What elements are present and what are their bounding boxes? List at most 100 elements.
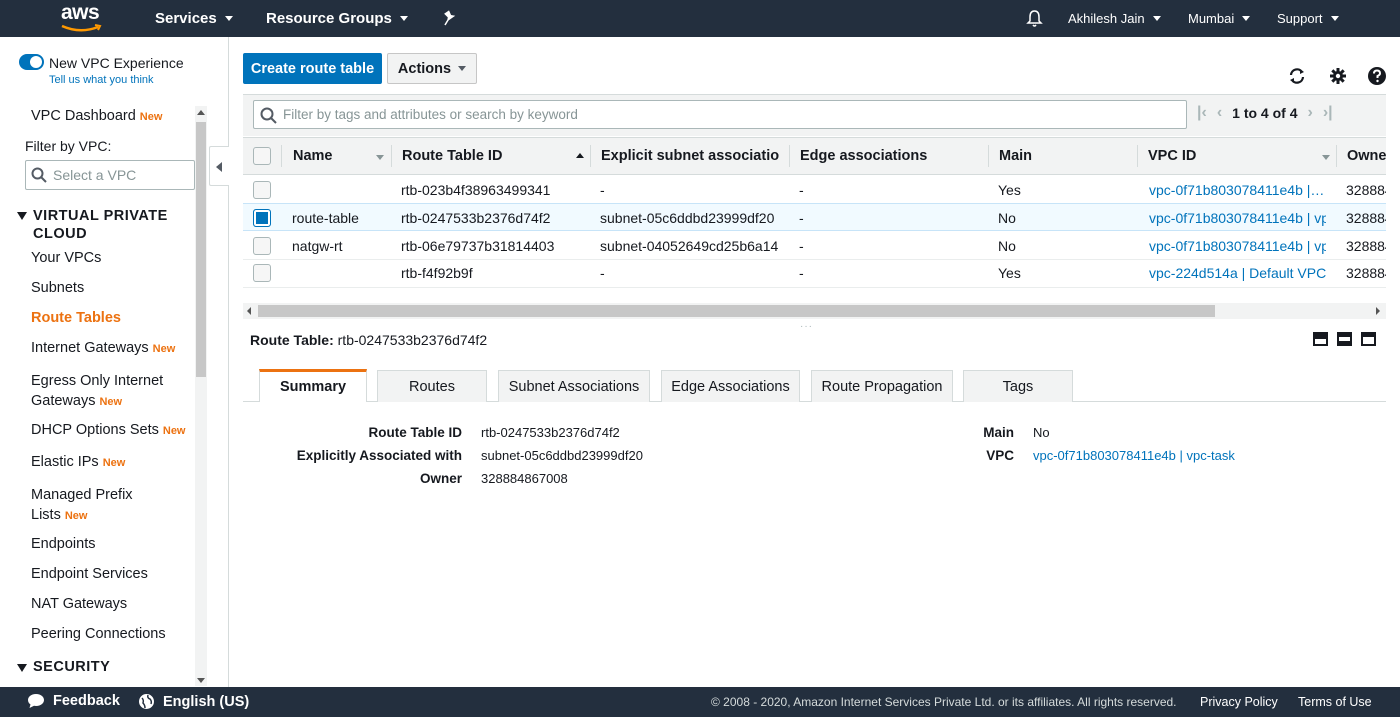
column-divider <box>1336 145 1337 167</box>
sidebar-item-dhcp-options-sets[interactable]: DHCP Options Sets New <box>31 422 186 438</box>
privacy-policy-link[interactable]: Privacy Policy <box>1200 695 1278 709</box>
row-checkbox-checked[interactable] <box>253 209 271 227</box>
row-checkbox[interactable] <box>253 264 271 282</box>
vpc-link[interactable]: vpc-0f71b803078411e4b | vpc-task <box>1033 448 1235 463</box>
new-vpc-experience-toggle[interactable] <box>19 54 44 70</box>
services-menu[interactable]: Services <box>155 0 233 37</box>
collapse-sidebar-button[interactable] <box>209 146 229 186</box>
feedback-link[interactable]: Tell us what you think <box>49 74 154 86</box>
cell-route-table-id: rtb-023b4f38963499341 <box>401 182 551 198</box>
aws-logo[interactable]: aws <box>0 0 116 37</box>
globe-icon <box>139 694 154 709</box>
column-header-explicit-subnet-association[interactable]: Explicit subnet association <box>601 148 779 164</box>
sidebar-item-label: Egress Only Internet <box>31 373 164 389</box>
detail-title-label: Route Table: <box>250 332 334 348</box>
column-header-main[interactable]: Main <box>999 148 1119 164</box>
tab-route-propagation[interactable]: Route Propagation <box>811 370 953 402</box>
first-page-icon[interactable]: |‹ <box>1197 104 1207 122</box>
region-menu[interactable]: Mumbai <box>1188 0 1251 37</box>
scroll-down-arrow-icon[interactable] <box>197 678 205 683</box>
column-header-owner[interactable]: Owner <box>1347 148 1386 164</box>
pagination: |‹ ‹ 1 to 4 of 4 › ›| <box>1197 104 1333 122</box>
column-header-vpc-id[interactable]: VPC ID <box>1148 148 1308 164</box>
create-route-table-button[interactable]: Create route table <box>243 53 382 84</box>
terms-of-use-link[interactable]: Terms of Use <box>1298 695 1372 709</box>
pin-icon[interactable] <box>442 9 458 27</box>
sort-icon[interactable] <box>376 155 384 160</box>
sort-icon[interactable] <box>1322 155 1330 160</box>
layout-split-icon[interactable] <box>1337 332 1352 346</box>
vpc-filter-select[interactable]: Select a VPC <box>25 160 195 190</box>
new-badge: New <box>139 111 163 123</box>
refresh-icon[interactable] <box>1287 66 1307 86</box>
cell-vpc-id-link[interactable]: vpc-0f71b803078411e4b | vpc-task <box>1149 210 1326 226</box>
search-input[interactable]: Filter by tags and attributes or search … <box>253 100 1187 129</box>
owner-label: Owner <box>419 471 462 486</box>
sidebar-item-label: Lists <box>31 507 61 523</box>
section-security[interactable]: SECURITY <box>17 659 110 675</box>
row-checkbox[interactable] <box>253 181 271 199</box>
user-menu[interactable]: Akhilesh Jain <box>1068 0 1161 37</box>
section-virtual-private-cloud[interactable]: VIRTUAL PRIVATE CLOUD <box>17 207 168 243</box>
row-checkbox[interactable] <box>253 237 271 255</box>
resize-handle-icon[interactable]: ··· <box>800 321 813 332</box>
column-divider <box>391 145 392 167</box>
resource-groups-menu[interactable]: Resource Groups <box>266 0 408 37</box>
feedback-button[interactable]: Feedback <box>27 693 120 709</box>
main-label: Main <box>983 425 1014 440</box>
sidebar-item-elastic-ips[interactable]: Elastic IPs New <box>31 454 125 470</box>
layout-full-panel-icon[interactable] <box>1361 332 1376 346</box>
column-header-route-table-id[interactable]: Route Table ID <box>402 148 562 164</box>
aws-smile-icon <box>61 24 102 32</box>
services-label: Services <box>155 10 217 27</box>
caret-down-icon <box>17 212 27 220</box>
select-all-checkbox[interactable] <box>253 147 271 165</box>
tab-subnet-associations[interactable]: Subnet Associations <box>498 370 650 402</box>
next-page-icon[interactable]: › <box>1308 104 1313 122</box>
sidebar-item-egress-only-internet-gateways[interactable]: Egress Only Internet Gateways New <box>31 371 163 412</box>
bell-icon[interactable] <box>1026 9 1043 28</box>
vpc-label: VPC <box>986 448 1014 463</box>
last-page-icon[interactable]: ›| <box>1323 104 1333 122</box>
cell-vpc-id-link[interactable]: vpc-0f71b803078411e4b | vpc-task <box>1149 238 1326 254</box>
help-icon[interactable] <box>1367 66 1387 86</box>
sort-ascending-icon[interactable] <box>576 153 584 158</box>
top-navigation-bar: aws Services Resource Groups Akhilesh Ja… <box>0 0 1400 37</box>
tab-routes[interactable]: Routes <box>377 370 487 402</box>
sidebar-item-peering-connections[interactable]: Peering Connections <box>31 626 166 642</box>
sidebar-item-managed-prefix-lists[interactable]: Managed Prefix Lists New <box>31 485 133 526</box>
scroll-up-arrow-icon[interactable] <box>197 110 205 115</box>
sidebar-item-your-vpcs[interactable]: Your VPCs <box>31 250 101 266</box>
tab-edge-associations[interactable]: Edge Associations <box>661 370 800 402</box>
scroll-left-arrow-icon[interactable] <box>247 307 251 315</box>
sidebar-item-nat-gateways[interactable]: NAT Gateways <box>31 596 127 612</box>
sidebar-item-endpoint-services[interactable]: Endpoint Services <box>31 566 148 582</box>
layout-bottom-panel-icon[interactable] <box>1313 332 1328 346</box>
column-header-edge-associations[interactable]: Edge associations <box>800 148 980 164</box>
sidebar-item-label: DHCP Options Sets <box>31 422 159 438</box>
column-header-name[interactable]: Name <box>293 148 373 164</box>
chevron-down-icon <box>458 66 467 71</box>
sidebar-scrollbar-thumb[interactable] <box>196 122 206 377</box>
scroll-right-arrow-icon[interactable] <box>1376 307 1380 315</box>
section-title-line1: VIRTUAL PRIVATE <box>33 208 168 224</box>
sidebar-item-vpc-dashboard[interactable]: VPC Dashboard New <box>31 108 162 124</box>
column-divider <box>988 145 989 167</box>
sidebar-item-route-tables[interactable]: Route Tables <box>31 310 121 326</box>
cell-vpc-id-link[interactable]: vpc-224d514a | Default VPC <box>1149 265 1326 281</box>
tab-summary[interactable]: Summary <box>259 369 367 402</box>
owner-value: 328884867008 <box>481 471 568 486</box>
support-menu[interactable]: Support <box>1277 0 1339 37</box>
actions-dropdown-button[interactable]: Actions <box>387 53 477 84</box>
sidebar-item-subnets[interactable]: Subnets <box>31 280 84 296</box>
language-selector[interactable]: English (US) <box>138 693 249 710</box>
cell-owner: 328884867008 <box>1346 238 1386 254</box>
sidebar-item-internet-gateways[interactable]: Internet Gateways New <box>31 340 175 356</box>
tab-tags[interactable]: Tags <box>963 370 1073 402</box>
previous-page-icon[interactable]: ‹ <box>1217 104 1222 122</box>
sidebar-item-endpoints[interactable]: Endpoints <box>31 536 96 552</box>
cell-vpc-id-link[interactable]: vpc-0f71b803078411e4b | vpc-task <box>1149 182 1326 198</box>
gear-icon[interactable] <box>1328 66 1348 86</box>
cell-main: Yes <box>998 265 1021 281</box>
horizontal-scrollbar-thumb[interactable] <box>258 305 1215 317</box>
